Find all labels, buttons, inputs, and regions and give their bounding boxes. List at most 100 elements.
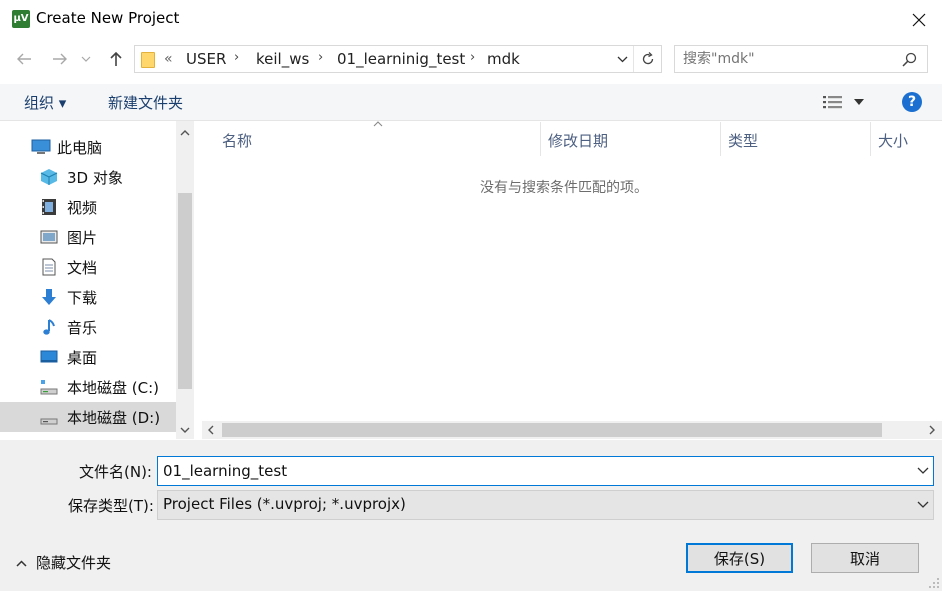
chevron-down-icon[interactable] [917,467,929,475]
address-bar[interactable]: « USER › keil_ws › 01_learninig_test › m… [134,45,662,73]
title-bar: µV Create New Project [0,0,942,38]
computer-icon [31,139,51,154]
nav-item-label: 下载 [67,289,98,307]
nav-item-3d-objects[interactable]: 3D 对象 [0,162,176,192]
column-divider[interactable] [720,122,721,156]
nav-item-pictures[interactable]: 图片 [0,222,176,252]
column-header-date-modified[interactable]: 修改日期 [548,130,608,151]
nav-item-label: 文档 [67,259,98,277]
refresh-icon [642,52,654,65]
cancel-button[interactable]: 取消 [811,543,919,573]
filename-combobox[interactable] [157,456,934,486]
nav-item-drive-c[interactable]: 本地磁盘 (C:) [0,372,176,402]
organize-menu[interactable]: 组织 ▾ [24,92,66,113]
column-header-name[interactable]: 名称 [222,130,252,151]
arrow-left-icon [17,53,31,65]
nav-item-label: 本地磁盘 (C:) [67,379,159,397]
file-list-header: 名称 修改日期 类型 大小 [202,121,942,156]
filetype-value: Project Files (*.uvproj; *.uvprojx) [163,495,406,513]
nav-item-drive-d[interactable]: 本地磁盘 (D:) [0,402,176,432]
nav-scrollbar[interactable] [176,121,194,439]
nav-item-this-pc[interactable]: 此电脑 [0,132,176,162]
recent-locations-button[interactable] [78,47,94,71]
caret-down-icon [854,99,864,105]
change-view-button[interactable] [822,94,866,112]
chevron-up-icon [16,560,27,567]
drive-d-icon [40,418,58,425]
search-input[interactable] [683,49,893,69]
search-box[interactable] [674,45,928,73]
breadcrumb-separator-icon[interactable]: › [470,50,475,65]
breadcrumb-item[interactable]: 01_learninig_test [337,50,465,68]
breadcrumb-item[interactable]: mdk [487,50,520,68]
filename-label: 文件名(N): [79,463,152,481]
empty-list-message: 没有与搜索条件匹配的项。 [480,180,648,196]
horizontal-scrollbar-thumb[interactable] [222,423,882,437]
close-icon [912,13,926,27]
nav-item-label: 视频 [67,199,98,217]
nav-item-label: 桌面 [67,349,98,367]
hide-folders-label: 隐藏文件夹 [36,554,112,572]
nav-item-label: 音乐 [67,319,98,337]
window-title: Create New Project [36,9,180,27]
nav-item-videos[interactable]: 视频 [0,192,176,222]
video-icon [42,199,56,215]
breadcrumb-item[interactable]: USER [186,50,226,68]
arrow-right-icon [53,53,67,65]
nav-item-label: 图片 [67,229,98,247]
search-icon[interactable] [902,52,917,67]
scroll-left-icon[interactable] [208,425,214,435]
chevron-down-icon [617,56,627,62]
navigation-pane: 此电脑 3D 对象 视频 图片 文档 下载 音乐 桌面 本地磁盘 (C:) 本地… [0,121,176,439]
sort-ascending-icon [373,121,383,127]
close-button[interactable] [896,4,942,36]
address-dropdown-button[interactable] [611,46,633,72]
column-divider[interactable] [870,122,871,156]
breadcrumb-separator-icon[interactable]: › [234,50,239,65]
nav-item-documents[interactable]: 文档 [0,252,176,282]
download-icon [42,289,56,305]
refresh-button[interactable] [633,46,662,72]
breadcrumb-overflow[interactable]: « [164,51,173,67]
nav-item-label: 本地磁盘 (D:) [67,409,161,427]
hide-folders-toggle[interactable]: 隐藏文件夹 [16,552,111,573]
filetype-select[interactable]: Project Files (*.uvproj; *.uvprojx) [157,490,934,520]
documents-icon [42,258,56,276]
column-divider[interactable] [540,122,541,156]
help-icon[interactable]: ? [902,92,922,112]
breadcrumb-separator-icon[interactable]: › [318,50,323,65]
nav-item-desktop[interactable]: 桌面 [0,342,176,372]
filetype-label: 保存类型(T): [68,497,154,515]
scroll-right-icon[interactable] [929,425,935,435]
file-list-horizontal-scrollbar[interactable] [202,421,942,439]
breadcrumb-item[interactable]: keil_ws [256,50,309,68]
keil-app-icon: µV [12,10,30,28]
folder-icon [141,52,155,68]
filename-input[interactable] [163,461,903,481]
pictures-icon [40,230,58,244]
nav-item-music[interactable]: 音乐 [0,312,176,342]
column-header-size[interactable]: 大小 [878,130,908,151]
nav-scrollbar-thumb[interactable] [178,193,192,389]
forward-button[interactable] [48,47,72,71]
up-button[interactable] [104,47,128,71]
chevron-down-icon [81,56,91,62]
nav-item-downloads[interactable]: 下载 [0,282,176,312]
chevron-down-icon[interactable] [917,501,929,509]
details-view-icon [823,96,842,109]
save-button[interactable]: 保存(S) [686,543,793,573]
nav-item-label: 3D 对象 [67,169,123,187]
scroll-up-icon[interactable] [180,130,190,136]
music-icon [43,319,55,335]
drive-c-icon [40,380,58,395]
command-bar: 组织 ▾ 新建文件夹 ? [0,84,942,121]
column-header-type[interactable]: 类型 [728,130,758,151]
back-button[interactable] [12,47,36,71]
3d-objects-icon [40,169,58,185]
arrow-up-icon [110,51,122,66]
desktop-icon [40,350,58,363]
resize-grip-icon[interactable] [928,577,940,589]
scroll-down-icon[interactable] [180,427,190,433]
new-folder-button[interactable]: 新建文件夹 [108,92,183,113]
nav-item-label: 此电脑 [57,139,103,157]
